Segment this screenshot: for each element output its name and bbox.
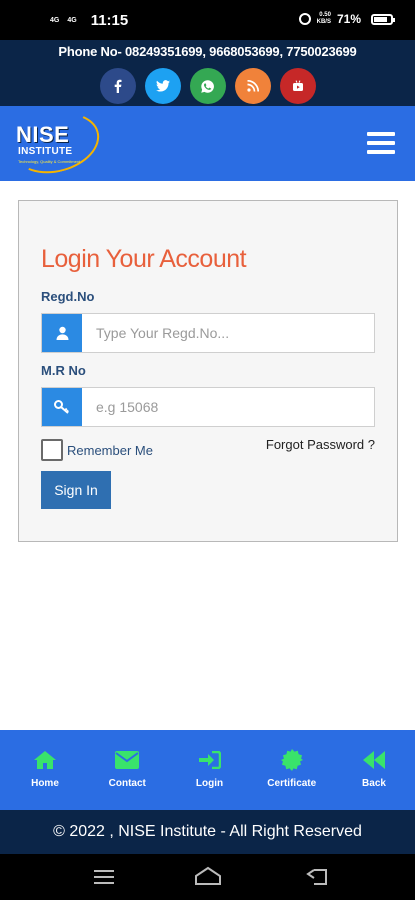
remember-me[interactable]: Remember Me bbox=[41, 439, 153, 461]
mr-label: M.R No bbox=[41, 363, 86, 378]
network-indicator-1: 4G bbox=[50, 17, 60, 24]
hamburger-menu-button[interactable] bbox=[367, 132, 395, 154]
hamburger-icon-bar bbox=[367, 141, 395, 145]
remember-checkbox[interactable] bbox=[41, 439, 63, 461]
user-icon bbox=[56, 326, 68, 340]
mr-input-group bbox=[41, 387, 375, 427]
nise-logo[interactable]: NISE INSTITUTE Technology, Quality & Com… bbox=[5, 103, 107, 183]
whatsapp-icon bbox=[201, 79, 214, 93]
recent-apps-icon-bar bbox=[94, 876, 114, 878]
bottom-nav: Home Contact Login Certificate Back bbox=[0, 730, 415, 810]
top-info-bar: Phone No- 08249351699, 9668053699, 77500… bbox=[0, 40, 415, 106]
footer-copyright: © 2022 , NISE Institute - All Right Rese… bbox=[0, 810, 415, 854]
twitter-icon bbox=[155, 80, 170, 92]
status-bar: 4G 4G 11:15 0.50 KB/S 71% bbox=[0, 0, 415, 40]
logo-tagline: Technology, Quality & Commitment bbox=[18, 159, 81, 164]
regd-label: Regd.No bbox=[41, 289, 95, 304]
nav-certificate-label: Certificate bbox=[267, 778, 317, 789]
status-right: 0.50 KB/S 71% bbox=[298, 12, 395, 26]
nav-login[interactable]: Login bbox=[175, 730, 245, 810]
social-links bbox=[0, 68, 415, 104]
remember-label: Remember Me bbox=[67, 442, 153, 458]
nav-login-label: Login bbox=[195, 778, 224, 789]
user-addon bbox=[42, 314, 82, 352]
youtube-icon bbox=[292, 80, 303, 91]
login-card: Login Your Account Regd.No M.R No Rememb… bbox=[18, 200, 398, 542]
recent-apps-icon-bar bbox=[94, 882, 114, 884]
key-addon bbox=[42, 388, 82, 426]
facebook-button[interactable] bbox=[99, 68, 136, 104]
sign-in-icon bbox=[198, 751, 221, 769]
backward-icon bbox=[363, 751, 385, 769]
sign-in-button[interactable]: Sign In bbox=[41, 471, 111, 509]
certificate-icon bbox=[280, 749, 303, 771]
facebook-icon bbox=[114, 79, 122, 93]
whatsapp-button[interactable] bbox=[189, 68, 226, 104]
home-icon bbox=[34, 751, 56, 769]
nav-contact-label: Contact bbox=[108, 778, 146, 789]
youtube-button[interactable] bbox=[279, 68, 316, 104]
regd-input-group bbox=[41, 313, 375, 353]
status-time: 11:15 bbox=[90, 12, 129, 29]
recent-apps-icon bbox=[94, 870, 114, 872]
system-nav-bar bbox=[0, 854, 415, 900]
recent-apps-button[interactable] bbox=[94, 870, 114, 884]
battery-icon bbox=[371, 13, 395, 25]
back-system-icon[interactable] bbox=[306, 868, 328, 886]
hamburger-icon bbox=[367, 132, 395, 136]
nav-home[interactable]: Home bbox=[10, 730, 80, 810]
home-system-icon[interactable] bbox=[194, 866, 222, 886]
app-header: NISE INSTITUTE Technology, Quality & Com… bbox=[0, 103, 415, 183]
mr-input[interactable] bbox=[82, 388, 374, 426]
key-icon bbox=[54, 400, 69, 414]
nav-contact[interactable]: Contact bbox=[92, 730, 162, 810]
nav-back-label: Back bbox=[362, 778, 386, 789]
alarm-icon bbox=[298, 13, 311, 25]
rss-icon bbox=[246, 80, 259, 92]
battery-percent: 71% bbox=[336, 12, 361, 26]
rss-button[interactable] bbox=[234, 68, 271, 104]
nav-certificate[interactable]: Certificate bbox=[257, 730, 327, 810]
phone-numbers: Phone No- 08249351699, 9668053699, 77500… bbox=[58, 44, 357, 59]
twitter-button[interactable] bbox=[144, 68, 181, 104]
network-speed: 0.50 KB/S bbox=[316, 12, 331, 25]
logo-sub-text: INSTITUTE bbox=[18, 146, 73, 157]
login-title: Login Your Account bbox=[41, 245, 247, 273]
regd-input[interactable] bbox=[82, 314, 374, 352]
status-left: 4G 4G 11:15 bbox=[50, 12, 128, 29]
nav-home-label: Home bbox=[31, 778, 59, 789]
network-indicator-2: 4G bbox=[67, 17, 77, 24]
hamburger-icon-bar bbox=[367, 150, 395, 154]
logo-main-text: NISE bbox=[16, 122, 70, 147]
forgot-password-link[interactable]: Forgot Password ? bbox=[266, 437, 375, 452]
nav-back[interactable]: Back bbox=[339, 730, 409, 810]
envelope-icon bbox=[115, 751, 140, 769]
